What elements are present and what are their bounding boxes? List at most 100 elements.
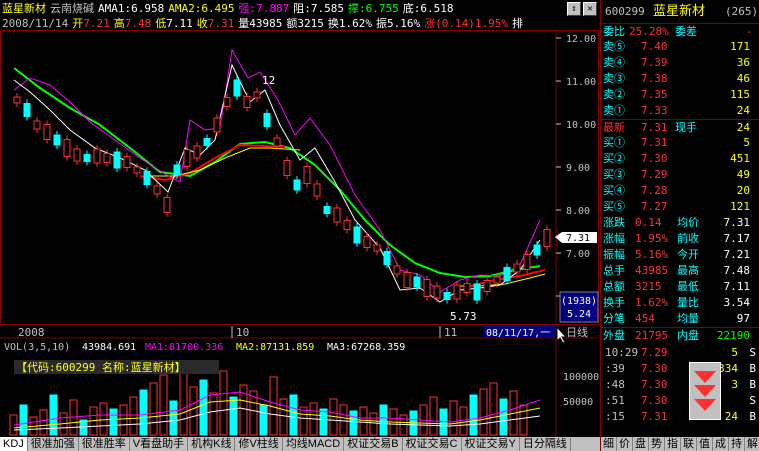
low-marker: 5.73 bbox=[450, 310, 477, 323]
candle-body bbox=[453, 284, 461, 300]
volume-bar bbox=[499, 398, 508, 436]
candle-body bbox=[303, 166, 311, 184]
candle-body bbox=[143, 171, 151, 185]
panel-tab[interactable]: 值 bbox=[697, 437, 713, 451]
vol-ma3: MA3:67268.359 bbox=[327, 342, 405, 353]
stat-label: 今开 bbox=[677, 248, 699, 261]
panel-tab[interactable]: 价 bbox=[617, 437, 633, 451]
candle-body bbox=[443, 292, 451, 300]
tick-time: 10:29 bbox=[605, 346, 639, 359]
sell-level-label: 卖① bbox=[603, 104, 625, 117]
panel-tab[interactable]: 成 bbox=[713, 437, 729, 451]
stat-label: 振幅 bbox=[603, 248, 625, 261]
buy-row: 买③ 7.29 49 bbox=[601, 167, 759, 183]
volume-bar bbox=[179, 364, 188, 436]
tick-row: :51 7.30 S bbox=[601, 393, 759, 409]
close-icon[interactable]: ✕ bbox=[583, 2, 597, 16]
candle-body bbox=[223, 97, 231, 107]
tab-henzhun-shenglv[interactable]: 很准胜率 bbox=[79, 437, 130, 451]
ma-white bbox=[13, 63, 541, 303]
stat-value: 43985 bbox=[635, 264, 669, 277]
tab-junxian-macd[interactable]: 均线MACD bbox=[283, 437, 345, 451]
sell-row: 卖③ 7.38 46 bbox=[601, 71, 759, 87]
volume-bar bbox=[229, 396, 238, 436]
weicha-label: 委差 bbox=[675, 25, 697, 38]
outer-label: 外盘 bbox=[603, 329, 625, 342]
candle-body bbox=[123, 156, 131, 168]
turn-label: 换 bbox=[327, 17, 339, 30]
tab-jigou-kline[interactable]: 机构K线 bbox=[188, 437, 236, 451]
candle-body bbox=[423, 279, 431, 297]
turn-value: 1.62% bbox=[338, 17, 372, 30]
stock-name: 蓝星新材 bbox=[2, 2, 46, 15]
tick-row: :39 7.30 334 B bbox=[601, 361, 759, 377]
ama1-label: AMA1: bbox=[98, 2, 132, 15]
sector-name: 云南烧碱 bbox=[50, 2, 94, 15]
candle-body bbox=[413, 276, 421, 288]
stat-value: 97 bbox=[736, 312, 750, 325]
stat-row: 分笔 454 均量 97 bbox=[601, 311, 759, 327]
tick-volume: 24 bbox=[724, 410, 738, 423]
candle-body bbox=[273, 137, 281, 147]
candle-body bbox=[233, 79, 241, 97]
close-value: 7.31 bbox=[207, 17, 235, 30]
candle-body bbox=[53, 134, 61, 146]
volume-bar bbox=[169, 400, 178, 436]
buy-volume: 5 bbox=[743, 136, 750, 149]
sell-volume: 171 bbox=[730, 40, 750, 53]
candle-body bbox=[323, 206, 331, 214]
weibi-value: 25.28% bbox=[629, 25, 669, 38]
latest-row: 最新 7.31 现手 24 bbox=[601, 119, 759, 135]
scroll-down-widget[interactable] bbox=[689, 362, 721, 420]
weibi-row: 委比 25.28% 委差 - bbox=[601, 23, 759, 39]
volume-bar bbox=[469, 394, 478, 436]
buy-level-label: 买⑤ bbox=[603, 200, 625, 213]
tick-price: 7.31 bbox=[641, 410, 668, 423]
panel-tab[interactable]: 盘 bbox=[633, 437, 649, 451]
buy-level-label: 买① bbox=[603, 136, 625, 149]
ama2-value: 6.495 bbox=[201, 2, 235, 15]
ohlc-date: 2008/11/14 bbox=[2, 17, 69, 30]
minimize-icon[interactable]: ⇕ bbox=[567, 2, 581, 16]
panel-tab[interactable]: 势 bbox=[649, 437, 665, 451]
tick-side: B bbox=[749, 362, 756, 375]
tick-price: 7.30 bbox=[641, 362, 668, 375]
tab-ri-fenge[interactable]: 日分隔线 bbox=[520, 437, 571, 451]
candle-body bbox=[173, 164, 181, 176]
panel-tab[interactable]: 解 bbox=[745, 437, 759, 451]
tab-xiu-v[interactable]: 修V柱线 bbox=[235, 437, 283, 451]
candle-body bbox=[23, 103, 31, 117]
stat-row: 总额 3215 最低 7.11 bbox=[601, 279, 759, 295]
volume-bar bbox=[479, 388, 488, 436]
stat-value: 0.14 bbox=[635, 216, 662, 229]
sell-price: 7.40 bbox=[641, 40, 668, 53]
tab-henzhun-jiaqiang[interactable]: 很准加强 bbox=[28, 437, 79, 451]
stat-label: 总手 bbox=[603, 264, 625, 277]
candle-body bbox=[193, 145, 201, 159]
tab-v-kanpan[interactable]: V看盘助手 bbox=[130, 437, 189, 451]
inner-label: 内盘 bbox=[677, 329, 699, 342]
zu-label: 阻: bbox=[293, 2, 311, 15]
tab-quanzheng-c[interactable]: 权证交易C bbox=[403, 437, 462, 451]
stat-value: 7.48 bbox=[723, 264, 751, 277]
candle-body bbox=[213, 117, 221, 133]
panel-tab[interactable]: 细 bbox=[601, 437, 617, 451]
tab-quanzheng-b[interactable]: 权证交易B bbox=[344, 437, 403, 451]
volume-bar bbox=[359, 406, 368, 436]
period-label[interactable]: 日线 bbox=[566, 325, 588, 339]
panel-tab[interactable]: 持 bbox=[729, 437, 745, 451]
candle-body bbox=[523, 254, 531, 270]
tab-quanzheng-y[interactable]: 权证交易Y bbox=[462, 437, 520, 451]
volume-bar bbox=[99, 402, 108, 436]
volume-bar bbox=[519, 404, 528, 436]
panel-tab[interactable]: 指 bbox=[665, 437, 681, 451]
volume-bar bbox=[289, 394, 298, 436]
outer-value: 21795 bbox=[635, 329, 669, 342]
panel-tab[interactable]: 联 bbox=[681, 437, 697, 451]
scroll-price: 5.24 bbox=[567, 309, 591, 320]
tab-kdj[interactable]: KDJ bbox=[0, 437, 28, 451]
volume-bar bbox=[109, 408, 118, 436]
kline-chart[interactable]: 12.0011.0010.009.008.007.006.00 7.31 12 … bbox=[0, 30, 600, 437]
cheng-label: 撑: bbox=[348, 2, 366, 15]
zu-value: 7.585 bbox=[310, 2, 344, 15]
